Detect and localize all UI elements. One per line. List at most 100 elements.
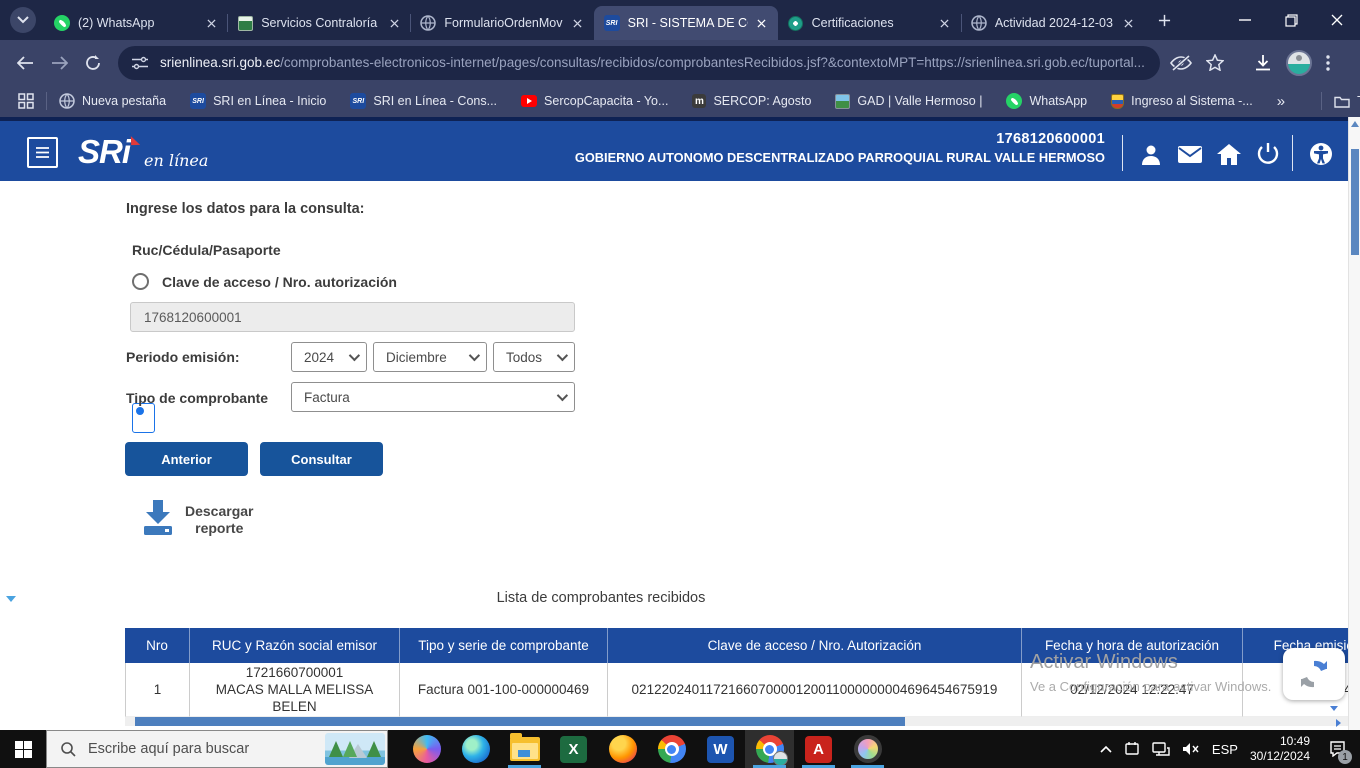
- minimize-button[interactable]: [1222, 0, 1268, 40]
- period-label: Periodo emisión:: [126, 349, 240, 365]
- query-button[interactable]: Consultar: [260, 442, 383, 476]
- close-icon[interactable]: [386, 15, 402, 31]
- close-icon[interactable]: [754, 15, 770, 31]
- close-window-button[interactable]: [1314, 0, 1360, 40]
- search-icon: [61, 742, 76, 757]
- paint-app-button[interactable]: [843, 730, 892, 768]
- firefox-app-button[interactable]: [598, 730, 647, 768]
- day-select[interactable]: Todos: [493, 342, 575, 372]
- home-button[interactable]: [1216, 141, 1242, 167]
- network-icon[interactable]: [1152, 742, 1170, 756]
- bookmark-sri-consultas[interactable]: SRI SRI en Línea - Cons...: [350, 93, 497, 109]
- close-icon[interactable]: [570, 15, 586, 31]
- snip-tool-icon[interactable]: [1124, 741, 1140, 757]
- tray-expand-icon[interactable]: [1100, 745, 1112, 753]
- bookmark-label: SRI en Línea - Inicio: [213, 94, 326, 108]
- day-value: Todos: [506, 350, 542, 365]
- excel-app-button[interactable]: X: [549, 730, 598, 768]
- chrome-app-button[interactable]: [647, 730, 696, 768]
- taskbar-clock[interactable]: 10:49 30/12/2024: [1250, 734, 1310, 764]
- month-select[interactable]: Diciembre: [373, 342, 487, 372]
- all-bookmarks-button[interactable]: Todos los marcadores: [1334, 94, 1360, 108]
- tab-certificaciones[interactable]: Certificaciones: [778, 6, 961, 40]
- type-select[interactable]: Factura: [291, 382, 575, 412]
- word-app-button[interactable]: W: [696, 730, 745, 768]
- scroll-up-icon[interactable]: [1351, 121, 1359, 127]
- bookmark-gad-valle-hermoso[interactable]: GAD | Valle Hermoso |: [835, 94, 982, 109]
- scrollbar-thumb[interactable]: [135, 717, 905, 726]
- apps-grid-icon[interactable]: [18, 93, 34, 109]
- radio-option-ruc[interactable]: Ruc/Cédula/Pasaporte: [132, 242, 281, 258]
- type-value: Factura: [304, 390, 350, 405]
- gad-icon: [835, 94, 850, 109]
- eye-off-icon[interactable]: [1170, 55, 1192, 71]
- bookmark-sercopcapacita[interactable]: SercopCapacita - Yo...: [521, 94, 668, 108]
- mail-icon: [1178, 146, 1202, 163]
- recaptcha-badge[interactable]: [1283, 648, 1345, 700]
- acrobat-icon: A: [805, 736, 832, 763]
- close-icon[interactable]: [203, 15, 219, 31]
- forward-button[interactable]: [42, 46, 76, 80]
- tab-contraloria[interactable]: Servicios Contraloría: [227, 6, 410, 40]
- taskbar-search-input[interactable]: Escribe aquí para buscar: [46, 730, 388, 768]
- radio-selected-icon[interactable]: [132, 403, 155, 433]
- tab-formulario[interactable]: FormularioOrdenMov: [410, 6, 593, 40]
- profile-button[interactable]: [1138, 141, 1164, 167]
- chevron-down-icon: [557, 350, 568, 361]
- notification-center-button[interactable]: 1: [1322, 730, 1352, 768]
- scrollbar-thumb[interactable]: [1351, 149, 1359, 255]
- messages-button[interactable]: [1177, 141, 1203, 167]
- browser-toolbar: srienlinea.sri.gob.ec/comprobantes-elect…: [0, 40, 1360, 85]
- profile-avatar[interactable]: [1286, 50, 1312, 76]
- kebab-menu-icon[interactable]: [1326, 55, 1330, 71]
- bookmark-sri-inicio[interactable]: SRI SRI en Línea - Inicio: [190, 93, 326, 109]
- download-report-button[interactable]: Descargar reporte: [141, 498, 254, 537]
- globe-icon: [971, 15, 987, 31]
- tab-sri-active[interactable]: SRI SRI - SISTEMA DE CO: [594, 6, 778, 40]
- start-button[interactable]: [0, 730, 46, 768]
- vertical-scrollbar[interactable]: [1348, 117, 1360, 730]
- chrome-active-window-button[interactable]: [745, 730, 794, 768]
- bookmarks-bar: Nueva pestaña SRI SRI en Línea - Inicio …: [0, 85, 1360, 117]
- cell-access-key-link[interactable]: 0212202401172166070000120011000000004696…: [608, 663, 1022, 717]
- bookmark-sercop-agosto[interactable]: m SERCOP: Agosto: [692, 94, 811, 108]
- bookmark-ingreso-sistema[interactable]: Ingreso al Sistema -...: [1111, 94, 1253, 109]
- volume-muted-icon[interactable]: [1182, 742, 1200, 756]
- file-explorer-button[interactable]: [500, 730, 549, 768]
- previous-button[interactable]: Anterior: [125, 442, 248, 476]
- acrobat-app-button[interactable]: A: [794, 730, 843, 768]
- tab-whatsapp[interactable]: (2) WhatsApp: [44, 6, 227, 40]
- folder-icon: [1334, 95, 1350, 108]
- address-bar[interactable]: srienlinea.sri.gob.ec/comprobantes-elect…: [118, 46, 1160, 80]
- close-icon[interactable]: [937, 15, 953, 31]
- accessibility-button[interactable]: [1308, 141, 1334, 167]
- tab-strip: (2) WhatsApp Servicios Contraloría Formu…: [0, 0, 1360, 40]
- language-indicator[interactable]: ESP: [1212, 742, 1238, 757]
- taskbar-widget-image[interactable]: [325, 733, 385, 765]
- logout-button[interactable]: [1255, 141, 1281, 167]
- edge-app-button[interactable]: [451, 730, 500, 768]
- reload-button[interactable]: [76, 46, 110, 80]
- downloads-icon[interactable]: [1254, 54, 1272, 72]
- restore-button[interactable]: [1268, 0, 1314, 40]
- bookmark-whatsapp[interactable]: WhatsApp: [1006, 93, 1087, 109]
- bookmark-star-icon[interactable]: [1206, 54, 1224, 71]
- session-entity-name: GOBIERNO AUTONOMO DESCENTRALIZADO PARROQ…: [545, 150, 1105, 165]
- sri-logo[interactable]: SRi en línea: [78, 133, 208, 171]
- ruc-input[interactable]: 1768120600001: [130, 302, 575, 332]
- site-settings-icon[interactable]: [132, 56, 148, 70]
- new-tab-button[interactable]: [1150, 6, 1178, 34]
- bookmark-nueva-pestana[interactable]: Nueva pestaña: [59, 93, 166, 109]
- year-select[interactable]: 2024: [291, 342, 367, 372]
- copilot-app-button[interactable]: [402, 730, 451, 768]
- radio-unselected-icon[interactable]: [132, 273, 149, 290]
- bookmark-label: SercopCapacita - Yo...: [544, 94, 668, 108]
- back-button[interactable]: [8, 46, 42, 80]
- radio-option-clave[interactable]: Clave de acceso / Nro. autorización: [132, 273, 397, 290]
- tab-search-button[interactable]: [10, 7, 36, 33]
- horizontal-scrollbar[interactable]: [125, 717, 1348, 726]
- close-icon[interactable]: [1120, 15, 1136, 31]
- tab-actividad[interactable]: Actividad 2024-12-03: [961, 6, 1144, 40]
- hamburger-menu-button[interactable]: [27, 137, 58, 168]
- bookmarks-overflow-button[interactable]: »: [1277, 93, 1285, 110]
